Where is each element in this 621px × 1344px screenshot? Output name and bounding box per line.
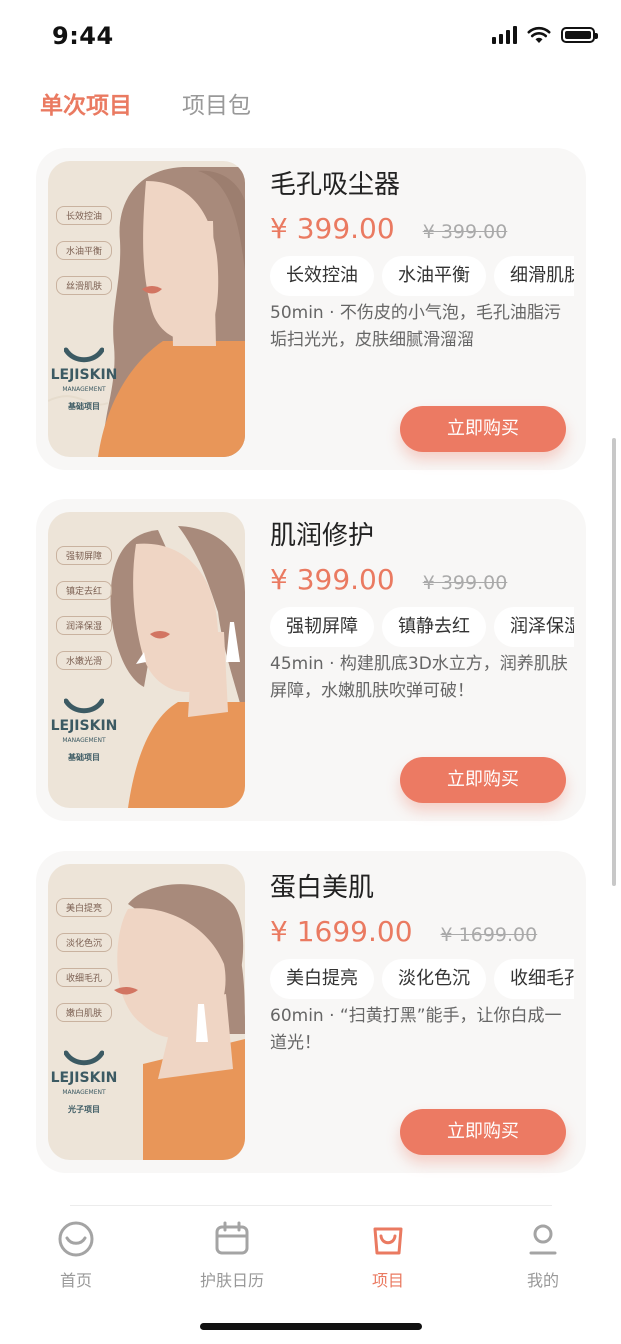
current-price: ¥ 399.00: [270, 212, 395, 245]
brand-subtitle: MANAGEMENT: [62, 386, 106, 393]
price-row: ¥ 1699.00 ¥ 1699.00: [270, 915, 537, 948]
brand-smile-logo-icon: [64, 1050, 104, 1066]
product-title: 蛋白美肌: [270, 873, 375, 903]
poster-label-list: 强韧屏障 镇定去红 润泽保湿 水嫩光滑: [56, 546, 112, 686]
poster-label: 丝滑肌肤: [56, 276, 112, 295]
nav-label: 项目: [371, 1271, 404, 1290]
benefit-tag: 镇静去红: [382, 607, 486, 647]
project-type-tabs: 单次项目 项目包: [40, 86, 251, 120]
product-card[interactable]: 美白提亮 淡化色沉 收细毛孔 嫩白肌肤 LEJISKIN MANAGEMENT …: [36, 851, 586, 1173]
poster-label: 强韧屏障: [56, 546, 112, 565]
home-indicator: [200, 1323, 422, 1330]
poster-label: 淡化色沉: [56, 933, 112, 952]
poster-label: 嫩白肌肤: [56, 1003, 112, 1022]
poster-label: 水嫩光滑: [56, 651, 112, 670]
brand-smile-logo-icon: [64, 698, 104, 714]
brand-smile-logo-icon: [64, 347, 104, 363]
benefit-tag: 长效控油: [270, 256, 374, 296]
nav-item-home[interactable]: 首页: [16, 1219, 136, 1291]
poster-label: 镇定去红: [56, 581, 112, 600]
benefit-tag: 淡化色沉: [382, 959, 486, 999]
brand-name: LEJISKIN: [50, 718, 118, 734]
nav-label: 我的: [526, 1271, 559, 1290]
buy-now-button[interactable]: 立即购买: [400, 757, 566, 803]
smile-face-icon: [58, 1221, 94, 1257]
nav-label: 护肤日历: [199, 1271, 264, 1290]
product-description: 60min · “扫黄打黑”能手，让你白成一道光！: [270, 1006, 562, 1053]
status-icons: [492, 26, 598, 44]
tab-project-package[interactable]: 项目包: [182, 86, 251, 120]
nav-item-me[interactable]: 我的: [483, 1219, 603, 1291]
calendar-icon: [215, 1221, 249, 1255]
brand-name: LEJISKIN: [50, 1070, 118, 1086]
shopping-bag-icon: [373, 1227, 403, 1255]
product-title: 毛孔吸尘器: [270, 170, 401, 200]
status-bar: 9:44: [0, 0, 621, 74]
status-time: 9:44: [52, 22, 114, 50]
product-title: 肌润修护: [270, 521, 375, 551]
nav-item-projects[interactable]: 项目: [328, 1219, 448, 1291]
poster-category: 基础项目: [68, 753, 100, 762]
brand-subtitle: MANAGEMENT: [62, 1089, 106, 1096]
scrollbar[interactable]: [612, 438, 616, 886]
user-icon: [529, 1224, 557, 1255]
tag-list: 美白提亮 淡化色沉 收细毛孔: [270, 959, 574, 999]
buy-now-button[interactable]: 立即购买: [400, 1109, 566, 1155]
brand-name: LEJISKIN: [50, 367, 118, 383]
product-image: 强韧屏障 镇定去红 润泽保湿 水嫩光滑 LEJISKIN MANAGEMENT …: [48, 512, 245, 808]
poster-category: 光子项目: [68, 1105, 100, 1114]
tag-list: 强韧屏障 镇静去红 润泽保湿: [270, 607, 574, 647]
brand-subtitle: MANAGEMENT: [62, 737, 106, 744]
benefit-tag: 细滑肌肤: [494, 256, 574, 296]
current-price: ¥ 399.00: [270, 563, 395, 596]
benefit-tag: 强韧屏障: [270, 607, 374, 647]
buy-now-button[interactable]: 立即购买: [400, 406, 566, 452]
price-row: ¥ 399.00 ¥ 399.00: [270, 563, 507, 596]
product-card[interactable]: 长效控油 水油平衡 丝滑肌肤 LEJISKIN MANAGEMENT 基础项目 …: [36, 148, 586, 470]
product-card[interactable]: 强韧屏障 镇定去红 润泽保湿 水嫩光滑 LEJISKIN MANAGEMENT …: [36, 499, 586, 821]
benefit-tag: 美白提亮: [270, 959, 374, 999]
product-image: 美白提亮 淡化色沉 收细毛孔 嫩白肌肤 LEJISKIN MANAGEMENT …: [48, 864, 245, 1160]
wifi-icon: [527, 26, 551, 43]
benefit-tag: 水油平衡: [382, 256, 486, 296]
original-price: ¥ 399.00: [422, 572, 508, 594]
divider: [70, 1205, 552, 1206]
benefit-tag: 收细毛孔: [494, 959, 574, 999]
battery-icon: [561, 27, 598, 43]
poster-label: 润泽保湿: [56, 616, 112, 635]
original-price: ¥ 399.00: [422, 221, 508, 243]
cellular-signal-icon: [492, 26, 517, 44]
poster-label: 收细毛孔: [56, 968, 112, 987]
product-description: 45min · 构建肌底3D水立方，润养肌肤屏障，水嫩肌肤吹弹可破！: [270, 654, 568, 701]
poster-label: 长效控油: [56, 206, 112, 225]
poster-label-list: 美白提亮 淡化色沉 收细毛孔 嫩白肌肤: [56, 898, 112, 1038]
tag-list: 长效控油 水油平衡 细滑肌肤: [270, 256, 574, 296]
nav-label: 首页: [59, 1271, 92, 1290]
original-price: ¥ 1699.00: [440, 924, 538, 946]
poster-label: 水油平衡: [56, 241, 112, 260]
price-row: ¥ 399.00 ¥ 399.00: [270, 212, 507, 245]
poster-label: 美白提亮: [56, 898, 112, 917]
poster-label-list: 长效控油 水油平衡 丝滑肌肤: [56, 206, 112, 311]
tab-single-project[interactable]: 单次项目: [40, 86, 132, 120]
product-description: 50min · 不伤皮的小气泡，毛孔油脂污垢扫光光，皮肤细腻滑溜溜: [270, 303, 561, 350]
nav-item-skincare-calendar[interactable]: 护肤日历: [172, 1219, 292, 1291]
benefit-tag: 润泽保湿: [494, 607, 574, 647]
poster-category: 基础项目: [68, 402, 100, 411]
current-price: ¥ 1699.00: [270, 915, 413, 948]
product-image: 长效控油 水油平衡 丝滑肌肤 LEJISKIN MANAGEMENT 基础项目: [48, 161, 245, 457]
